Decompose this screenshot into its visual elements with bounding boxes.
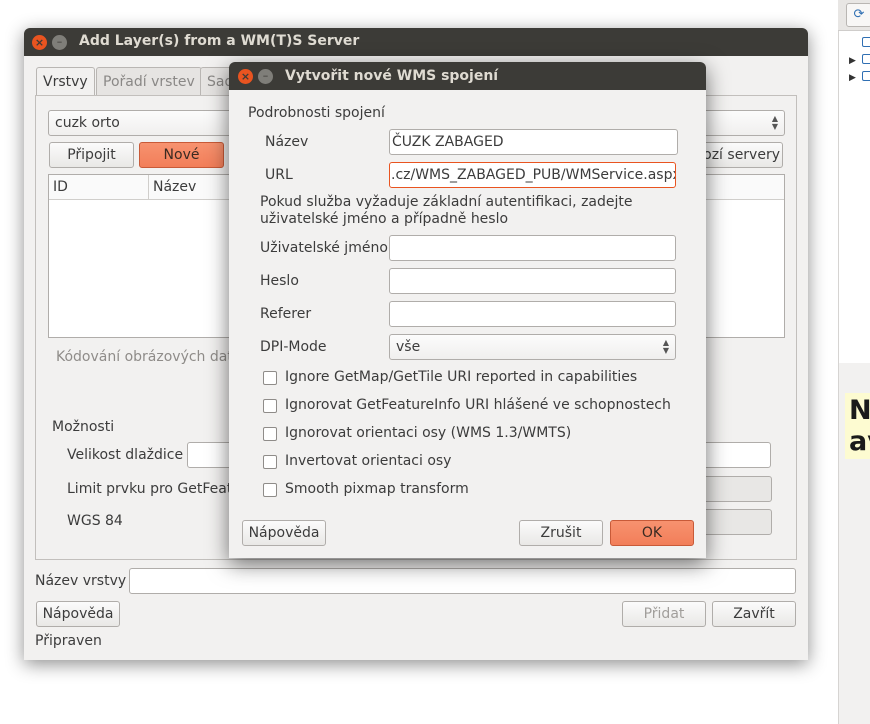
column-header-id[interactable]: ID bbox=[49, 175, 149, 200]
partial-text-line: Ne bbox=[849, 395, 870, 426]
dpi-mode-select[interactable]: vše ▲ ▼ bbox=[389, 334, 676, 360]
tab-layers[interactable]: Vrstvy bbox=[36, 67, 95, 96]
layer-icon bbox=[862, 37, 870, 47]
url-label: URL bbox=[265, 167, 293, 183]
ok-button[interactable]: OK bbox=[610, 520, 694, 546]
window-title: Add Layer(s) from a WM(T)S Server bbox=[79, 33, 360, 49]
url-input-value: .cz/WMS_ZABAGED_PUB/WMService.aspx bbox=[391, 167, 676, 183]
auth-note: Pokud služba vyžaduje základní autentifi… bbox=[260, 194, 633, 227]
tab-layer-order[interactable]: Pořadí vrstev bbox=[96, 67, 202, 96]
load-servers-button-label: ozí servery bbox=[703, 147, 780, 163]
crs-label: WGS 84 bbox=[67, 513, 123, 529]
window-titlebar: × – Add Layer(s) from a WM(T)S Server bbox=[24, 28, 808, 56]
close-button-label: Zavřít bbox=[733, 606, 775, 622]
connect-button[interactable]: Připojit bbox=[49, 142, 134, 168]
layer-icon bbox=[862, 54, 870, 64]
layer-name-label: Název vrstvy bbox=[35, 573, 127, 589]
username-input[interactable] bbox=[389, 235, 676, 261]
url-input[interactable]: .cz/WMS_ZABAGED_PUB/WMService.aspx bbox=[389, 162, 676, 188]
name-input[interactable]: ČUZK ZABAGED bbox=[389, 129, 678, 155]
layer-name-input[interactable] bbox=[129, 568, 796, 594]
minimize-icon[interactable]: – bbox=[258, 69, 273, 84]
spinner-icon: ▲ ▼ bbox=[771, 114, 778, 131]
smooth-pixmap-transform-label: Smooth pixmap transform bbox=[285, 481, 469, 497]
partial-text-line: av bbox=[849, 426, 870, 457]
name-label: Název bbox=[265, 134, 309, 150]
invert-axis-orientation-label: Invertovat orientaci osy bbox=[285, 453, 452, 469]
connection-details-title: Podrobnosti spojení bbox=[248, 105, 385, 121]
options-title: Možnosti bbox=[52, 419, 115, 435]
minimize-icon[interactable]: – bbox=[52, 35, 67, 50]
cancel-button-label: Zrušit bbox=[540, 525, 582, 541]
background-partial-text: Ne av bbox=[845, 393, 870, 459]
change-crs-button[interactable] bbox=[701, 509, 772, 535]
close-icon[interactable]: × bbox=[32, 35, 47, 50]
new-wms-connection-dialog: × – Vytvořit nové WMS spojení Podrobnost… bbox=[229, 62, 706, 558]
dialog-help-button[interactable]: Nápověda bbox=[242, 520, 326, 546]
connection-select-value: cuzk orto bbox=[55, 115, 120, 131]
referer-label: Referer bbox=[260, 306, 312, 322]
tile-size-label: Velikost dlaždice bbox=[67, 447, 184, 463]
new-button[interactable]: Nové bbox=[139, 142, 224, 168]
cancel-button[interactable]: Zrušit bbox=[519, 520, 603, 546]
add-button-label: Přidat bbox=[643, 606, 685, 622]
layer-icon bbox=[862, 71, 870, 81]
username-label: Uživatelské jméno bbox=[260, 240, 388, 256]
tree-expand-icon[interactable]: ▶ bbox=[849, 56, 856, 66]
referer-input[interactable] bbox=[389, 301, 676, 327]
ignore-axis-orientation-label: Ignorovat orientaci osy (WMS 1.3/WMTS) bbox=[285, 425, 572, 441]
new-button-label: Nové bbox=[163, 147, 200, 163]
dpi-mode-label: DPI-Mode bbox=[260, 339, 327, 355]
dialog-title: Vytvořit nové WMS spojení bbox=[285, 68, 499, 84]
ignore-getfeatureinfo-uri-checkbox[interactable] bbox=[263, 399, 277, 413]
help-button-label: Nápověda bbox=[42, 606, 114, 622]
dialog-help-button-label: Nápověda bbox=[248, 525, 320, 541]
spinner-icon: ▲ ▼ bbox=[662, 338, 669, 355]
dialog-titlebar: × – Vytvořit nové WMS spojení bbox=[229, 62, 706, 90]
dpi-mode-value: vše bbox=[396, 339, 421, 355]
help-button[interactable]: Nápověda bbox=[36, 601, 120, 627]
smooth-pixmap-transform-checkbox[interactable] bbox=[263, 483, 277, 497]
invert-axis-orientation-checkbox[interactable] bbox=[263, 455, 277, 469]
name-input-value: ČUZK ZABAGED bbox=[392, 134, 504, 150]
password-label: Heslo bbox=[260, 273, 299, 289]
ok-button-label: OK bbox=[641, 525, 663, 541]
close-button[interactable]: Zavřít bbox=[712, 601, 796, 627]
ignore-axis-orientation-checkbox[interactable] bbox=[263, 427, 277, 441]
ignore-getfeatureinfo-uri-label: Ignorovat GetFeatureInfo URI hlášené ve … bbox=[285, 397, 671, 413]
ignore-getmap-uri-checkbox[interactable] bbox=[263, 371, 277, 385]
connect-button-label: Připojit bbox=[67, 147, 116, 163]
feature-limit-label: Limit prvku pro GetFeatu bbox=[67, 481, 242, 497]
ignore-getmap-uri-label: Ignore GetMap/GetTile URI reported in ca… bbox=[285, 369, 638, 385]
image-encoding-label: Kódování obrázových dat bbox=[56, 349, 233, 365]
tree-expand-icon[interactable]: ▶ bbox=[849, 73, 856, 83]
refresh-icon[interactable]: ⟳ bbox=[846, 3, 870, 27]
close-icon[interactable]: × bbox=[238, 69, 253, 84]
status-text: Připraven bbox=[35, 633, 102, 649]
load-servers-button[interactable]: ozí servery bbox=[697, 142, 783, 168]
add-button[interactable]: Přidat bbox=[622, 601, 706, 627]
password-input[interactable] bbox=[389, 268, 676, 294]
feature-limit-input[interactable] bbox=[701, 476, 772, 502]
